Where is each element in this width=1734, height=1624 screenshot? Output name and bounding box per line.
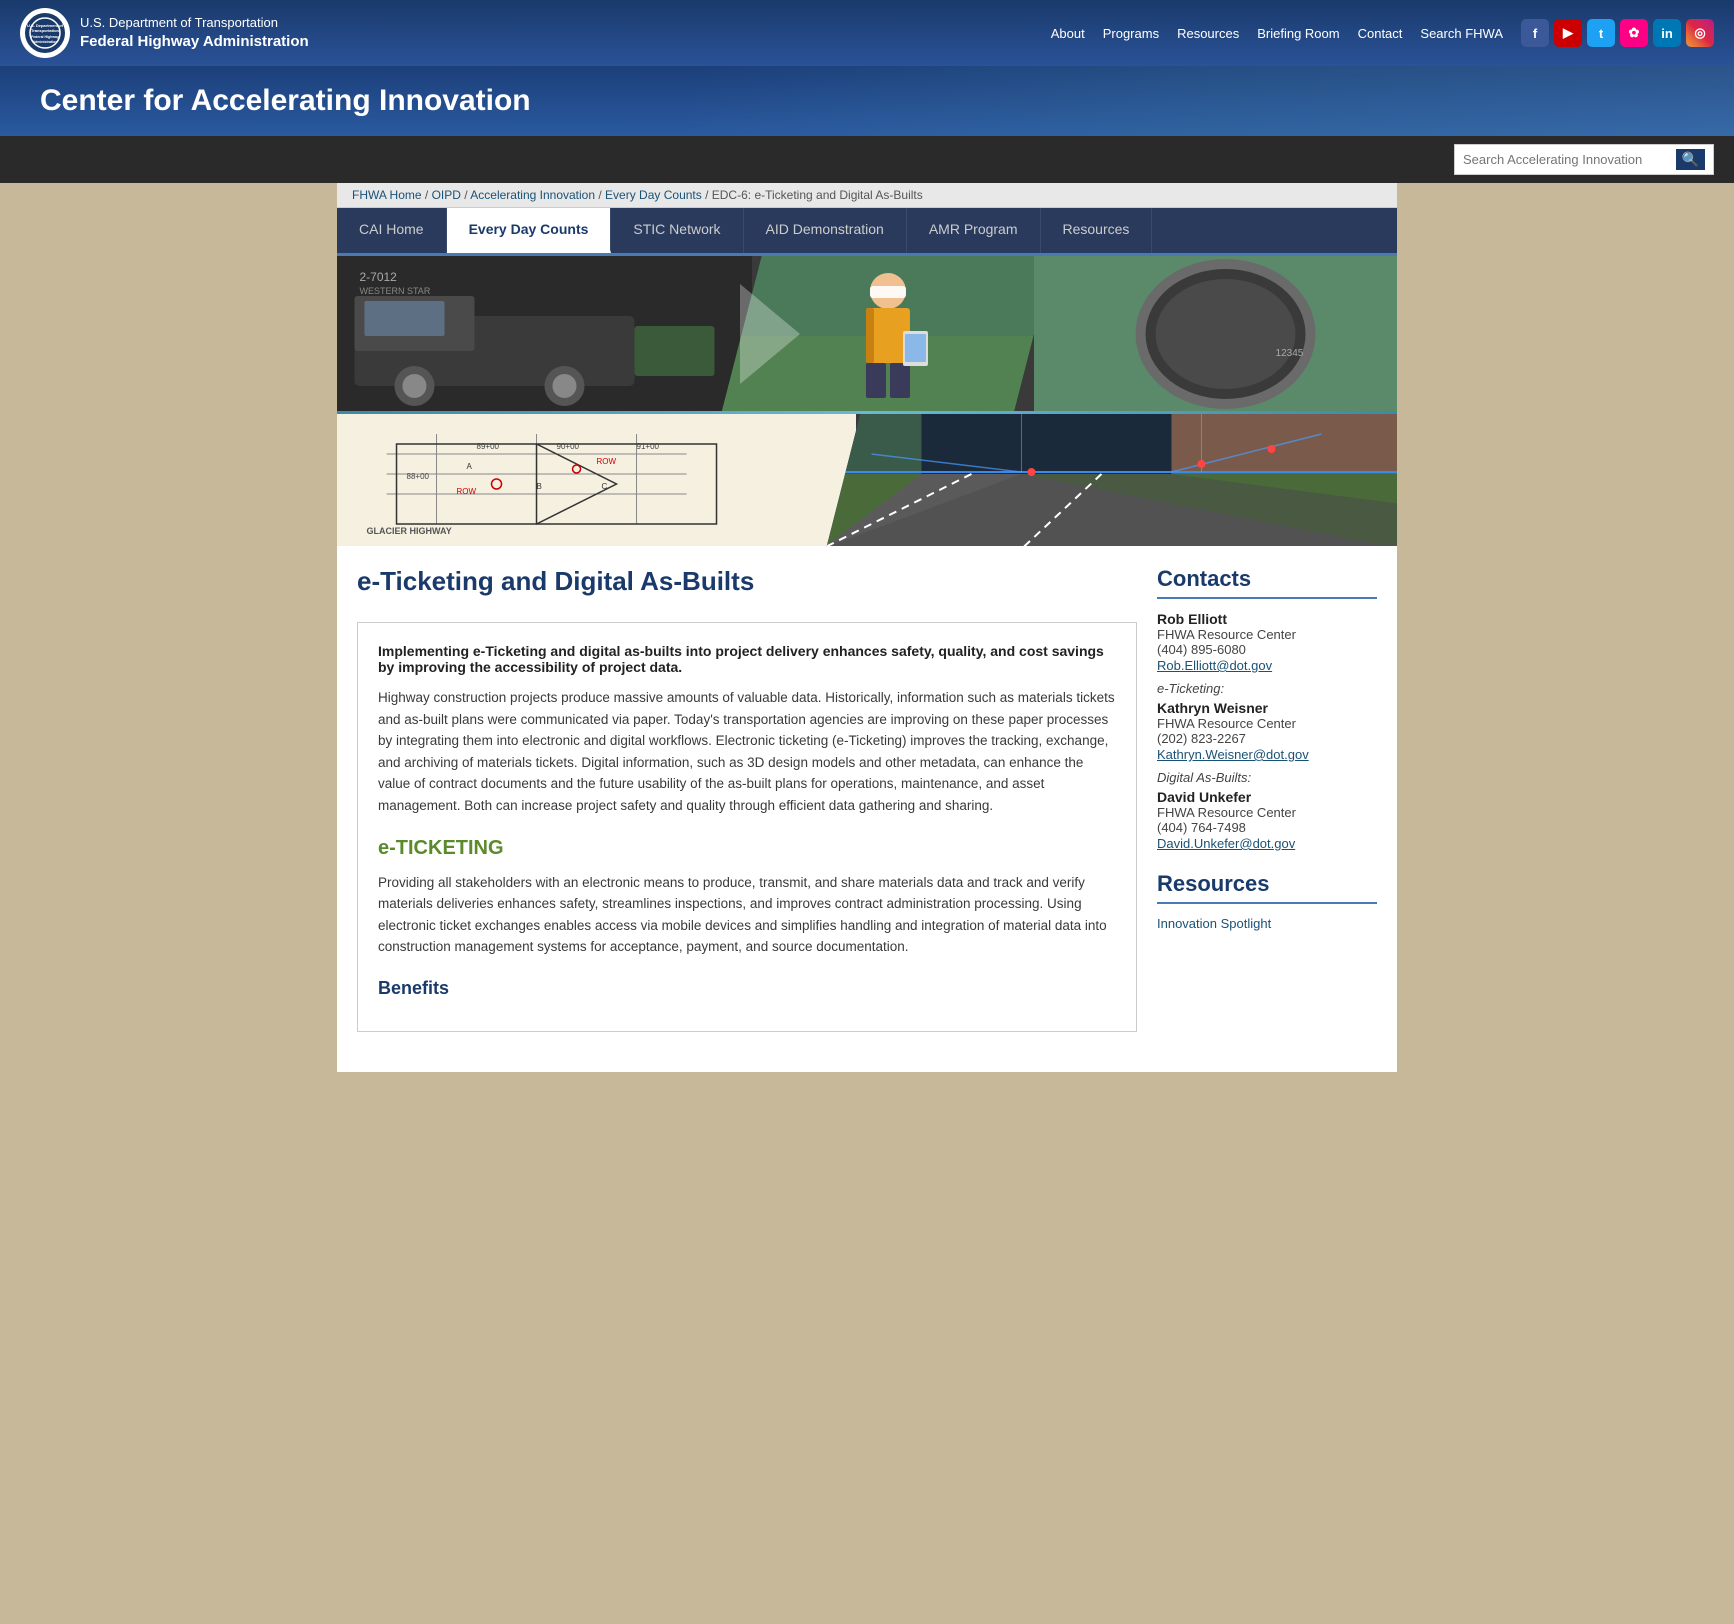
eticket-section-heading: e-TICKETING xyxy=(378,837,1116,860)
nav-contact[interactable]: Contact xyxy=(1358,26,1403,41)
top-nav-links: About Programs Resources Briefing Room C… xyxy=(1051,19,1714,47)
contact-phone-1: (404) 895-6080 xyxy=(1157,642,1377,657)
breadcrumb-oipd[interactable]: OIPD xyxy=(432,188,461,202)
search-button[interactable]: 🔍 xyxy=(1676,149,1705,170)
page-title: e-Ticketing and Digital As-Builts xyxy=(357,566,1137,602)
contact-rob-elliott: Rob Elliott FHWA Resource Center (404) 8… xyxy=(1157,611,1377,673)
page-wrapper: FHWA Home / OIPD / Accelerating Innovati… xyxy=(337,183,1397,1072)
contact-phone-2: (202) 823-2267 xyxy=(1157,731,1377,746)
hero-upper: 2-7012 WESTERN STAR xyxy=(337,256,1397,411)
content-area: e-Ticketing and Digital As-Builts Implem… xyxy=(337,546,1397,1072)
nav-programs[interactable]: Programs xyxy=(1103,26,1159,41)
resources-section: Resources Innovation Spotlight xyxy=(1157,871,1377,931)
svg-text:88+00: 88+00 xyxy=(407,472,430,481)
contact-name-3: David Unkefer xyxy=(1157,789,1377,805)
resources-title: Resources xyxy=(1157,871,1377,904)
tab-resources[interactable]: Resources xyxy=(1041,208,1153,253)
tab-amr-program[interactable]: AMR Program xyxy=(907,208,1041,253)
social-icons: f ▶ t ✿ in ◎ xyxy=(1521,19,1714,47)
arrow-divider xyxy=(740,284,800,384)
agency-name: U.S. Department of Transportation Federa… xyxy=(80,15,309,51)
contact-email-1[interactable]: Rob.Elliott@dot.gov xyxy=(1157,658,1272,673)
digital-label: Digital As-Builts: xyxy=(1157,770,1377,785)
youtube-icon[interactable]: ▶ xyxy=(1554,19,1582,47)
main-content: e-Ticketing and Digital As-Builts Implem… xyxy=(357,566,1137,1052)
main-content-box: Implementing e-Ticketing and digital as-… xyxy=(357,622,1137,1032)
contact-phone-3: (404) 764-7498 xyxy=(1157,820,1377,835)
contact-name-1: Rob Elliott xyxy=(1157,611,1377,627)
svg-text:WESTERN STAR: WESTERN STAR xyxy=(359,286,430,296)
hero-3d-model-image xyxy=(826,414,1397,546)
breadcrumb-fhwa-home[interactable]: FHWA Home xyxy=(352,188,422,202)
contact-email-2[interactable]: Kathryn.Weisner@dot.gov xyxy=(1157,747,1309,762)
intro-body-text: Highway construction projects produce ma… xyxy=(378,687,1116,817)
flickr-icon[interactable]: ✿ xyxy=(1620,19,1648,47)
svg-text:91+00: 91+00 xyxy=(637,442,660,451)
logo-area: U.S. Department of Transportation Federa… xyxy=(20,8,309,58)
search-box: 🔍 xyxy=(1454,144,1714,175)
resources-spotlight-link[interactable]: Innovation Spotlight xyxy=(1157,916,1377,931)
svg-text:12345: 12345 xyxy=(1275,348,1303,359)
nav-search-fhwa[interactable]: Search FHWA xyxy=(1420,26,1503,41)
svg-text:Administration: Administration xyxy=(33,40,58,44)
eticket-label: e-Ticketing: xyxy=(1157,681,1377,696)
hero-truck-image: 2-7012 WESTERN STAR xyxy=(337,256,752,411)
hero-lower: GLACIER HIGHWAY ROW ROW 88+00 89+00 90+0… xyxy=(337,414,1397,546)
svg-text:A: A xyxy=(467,462,473,471)
hero-images: 2-7012 WESTERN STAR xyxy=(337,256,1397,546)
svg-text:C: C xyxy=(602,482,608,491)
facebook-icon[interactable]: f xyxy=(1521,19,1549,47)
nav-briefing-room[interactable]: Briefing Room xyxy=(1257,26,1339,41)
contact-org-2: FHWA Resource Center xyxy=(1157,716,1377,731)
tab-aid-demonstration[interactable]: AID Demonstration xyxy=(744,208,907,253)
twitter-icon[interactable]: t xyxy=(1587,19,1615,47)
svg-text:2-7012: 2-7012 xyxy=(359,270,397,284)
breadcrumb-accelerating-innovation[interactable]: Accelerating Innovation xyxy=(470,188,595,202)
intro-bold-text: Implementing e-Ticketing and digital as-… xyxy=(378,643,1116,675)
sidebar: Contacts Rob Elliott FHWA Resource Cente… xyxy=(1157,566,1377,1052)
top-navigation: U.S. Department of Transportation Federa… xyxy=(0,0,1734,66)
svg-text:B: B xyxy=(537,482,542,491)
contact-david-unkefer: David Unkefer FHWA Resource Center (404)… xyxy=(1157,789,1377,851)
main-tabs: CAI Home Every Day Counts STIC Network A… xyxy=(337,208,1397,256)
contact-org-1: FHWA Resource Center xyxy=(1157,627,1377,642)
breadcrumb-current: EDC-6: e-Ticketing and Digital As-Builts xyxy=(712,188,923,202)
instagram-icon[interactable]: ◎ xyxy=(1686,19,1714,47)
tab-stic-network[interactable]: STIC Network xyxy=(611,208,743,253)
svg-text:GLACIER HIGHWAY: GLACIER HIGHWAY xyxy=(367,526,452,536)
benefits-heading: Benefits xyxy=(378,978,1116,999)
svg-text:Federal Highway: Federal Highway xyxy=(31,35,59,39)
svg-text:89+00: 89+00 xyxy=(477,442,500,451)
hero-blueprint-image: GLACIER HIGHWAY ROW ROW 88+00 89+00 90+0… xyxy=(337,414,856,546)
nav-about[interactable]: About xyxy=(1051,26,1085,41)
svg-text:90+00: 90+00 xyxy=(557,442,580,451)
nav-resources[interactable]: Resources xyxy=(1177,26,1239,41)
svg-text:Transportation: Transportation xyxy=(31,28,60,33)
contacts-section: Contacts Rob Elliott FHWA Resource Cente… xyxy=(1157,566,1377,851)
dot-logo: U.S. Department of Transportation Federa… xyxy=(20,8,70,58)
contact-email-3[interactable]: David.Unkefer@dot.gov xyxy=(1157,836,1295,851)
tab-cai-home[interactable]: CAI Home xyxy=(337,208,447,253)
contacts-title: Contacts xyxy=(1157,566,1377,599)
contact-kathryn-weisner: Kathryn Weisner FHWA Resource Center (20… xyxy=(1157,700,1377,762)
breadcrumb-every-day-counts[interactable]: Every Day Counts xyxy=(605,188,702,202)
svg-text:ROW: ROW xyxy=(597,457,617,466)
linkedin-icon[interactable]: in xyxy=(1653,19,1681,47)
search-input[interactable] xyxy=(1463,152,1676,167)
contact-name-2: Kathryn Weisner xyxy=(1157,700,1377,716)
search-bar-row: 🔍 xyxy=(0,136,1734,183)
hero-pipe-image: 12345 xyxy=(1034,256,1397,411)
svg-text:ROW: ROW xyxy=(457,487,477,496)
contact-org-3: FHWA Resource Center xyxy=(1157,805,1377,820)
eticket-body-text: Providing all stakeholders with an elect… xyxy=(378,872,1116,958)
site-banner: Center for Accelerating Innovation xyxy=(0,66,1734,136)
breadcrumb: FHWA Home / OIPD / Accelerating Innovati… xyxy=(337,183,1397,208)
tab-every-day-counts[interactable]: Every Day Counts xyxy=(447,208,612,253)
